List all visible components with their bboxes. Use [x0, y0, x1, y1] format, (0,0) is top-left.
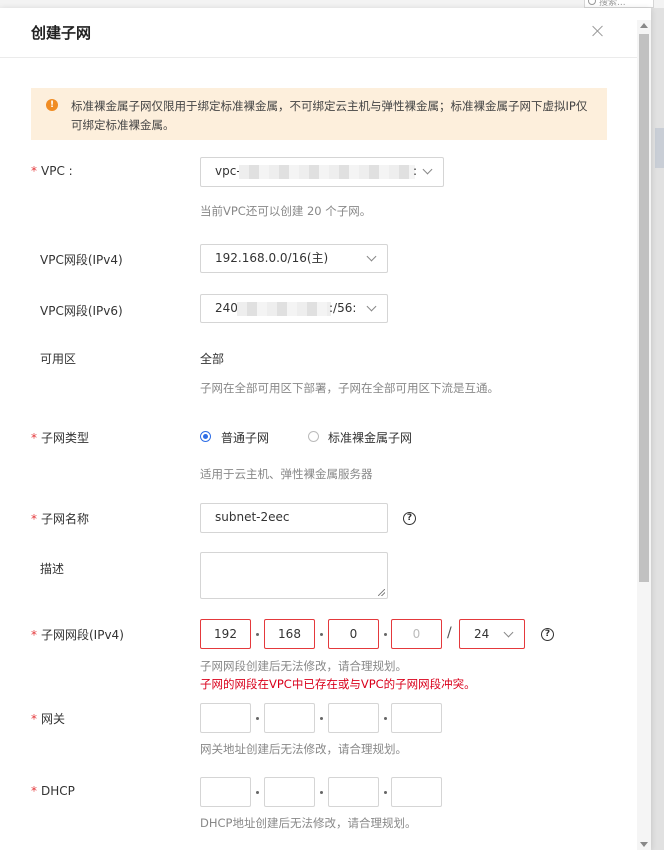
- radio-bare-metal-subnet[interactable]: [308, 431, 319, 442]
- octet-separator: [320, 633, 323, 636]
- warning-icon: !: [46, 99, 58, 111]
- radio-normal-subnet[interactable]: [200, 431, 211, 442]
- subnet-mask-select[interactable]: 24: [459, 619, 525, 649]
- vpc-ipv6-range-label: VPC网段(IPv6): [40, 304, 123, 318]
- subnet-cidr-label: * 子网网段(IPv4): [31, 628, 124, 642]
- subnet-cidr-octet-2[interactable]: 168: [264, 619, 315, 649]
- octet-separator: [320, 717, 323, 720]
- create-subnet-dialog: 创建子网 ! 标准裸金属子网仅限用于绑定标准裸金属，不可绑定云主机与弹性裸金属；…: [0, 8, 651, 850]
- octet-separator: [256, 791, 259, 794]
- redacted-value: [239, 165, 415, 179]
- vpc-hint: 当前VPC还可以创建 20 个子网。: [200, 204, 372, 218]
- octet-separator: [256, 717, 259, 720]
- gateway-octet-4[interactable]: [391, 703, 442, 733]
- octet-separator: [384, 717, 387, 720]
- dhcp-hint: DHCP地址创建后无法修改，请合理规划。: [200, 816, 417, 830]
- subnet-cidr-error: 子网的网段在VPC中已存在或与VPC的子网网段冲突。: [200, 677, 476, 691]
- subnet-cidr-octet-4[interactable]: 0: [391, 619, 442, 649]
- octet-separator: [256, 633, 259, 636]
- subnet-type-label: * 子网类型: [31, 431, 90, 445]
- scroll-up-arrow[interactable]: [640, 23, 648, 28]
- subnet-cidr-octet-1[interactable]: 192: [200, 619, 251, 649]
- gateway-hint: 网关地址创建后无法修改，请合理规划。: [200, 742, 407, 756]
- vpc-ipv4-range-select[interactable]: 192.168.0.0/16(主): [200, 244, 388, 273]
- bare-metal-warning-alert: ! 标准裸金属子网仅限用于绑定标准裸金属，不可绑定云主机与弹性裸金属；标准裸金属…: [31, 88, 607, 140]
- subnet-cidr-octet-3[interactable]: 0: [328, 619, 379, 649]
- vpc-ipv4-range-label: VPC网段(IPv4): [40, 253, 123, 267]
- octet-separator: [320, 791, 323, 794]
- chevron-down-icon: [422, 164, 433, 175]
- gateway-octet-1[interactable]: [200, 703, 251, 733]
- subnet-name-input[interactable]: subnet-2eec: [200, 503, 388, 533]
- availability-zone-hint: 子网在全部可用区下部署，子网在全部可用区下流是互通。: [200, 381, 499, 395]
- search-icon: [588, 0, 596, 5]
- help-icon[interactable]: ?: [403, 512, 416, 525]
- background-sidebar: [651, 8, 664, 850]
- alert-text: 标准裸金属子网仅限用于绑定标准裸金属，不可绑定云主机与弹性裸金属；标准裸金属子网…: [71, 99, 588, 132]
- mask-separator: /: [447, 625, 452, 641]
- background-page: [0, 0, 664, 8]
- redacted-value: [237, 302, 331, 316]
- gateway-octet-3[interactable]: [328, 703, 379, 733]
- availability-zone-value: 全部: [200, 352, 225, 366]
- description-textarea[interactable]: [200, 552, 388, 599]
- radio-bare-metal-subnet-label[interactable]: 标准裸金属子网: [328, 429, 412, 446]
- octet-separator: [384, 633, 387, 636]
- chevron-down-icon: [366, 301, 377, 312]
- radio-normal-subnet-label[interactable]: 普通子网: [221, 429, 269, 446]
- help-icon[interactable]: ?: [541, 628, 554, 641]
- dialog-scrollbar[interactable]: [637, 20, 651, 850]
- dhcp-label: * DHCP: [31, 784, 75, 798]
- subnet-cidr-hint: 子网网段创建后无法修改，请合理规划。: [200, 659, 407, 673]
- availability-zone-label: 可用区: [40, 352, 77, 366]
- gateway-octet-2[interactable]: [264, 703, 315, 733]
- description-label: 描述: [40, 562, 65, 576]
- dhcp-octet-3[interactable]: [328, 777, 379, 807]
- gateway-label: * 网关: [31, 712, 66, 726]
- subnet-name-label: * 子网名称: [31, 512, 90, 526]
- dialog-header: 创建子网: [0, 8, 651, 58]
- resize-handle-icon[interactable]: [378, 589, 385, 596]
- dhcp-octet-4[interactable]: [391, 777, 442, 807]
- scroll-thumb[interactable]: [639, 34, 649, 582]
- chevron-down-icon: [366, 251, 377, 262]
- vpc-label: * VPC :: [31, 164, 73, 178]
- scroll-down-arrow[interactable]: [640, 842, 648, 847]
- dhcp-octet-2[interactable]: [264, 777, 315, 807]
- chevron-down-icon: [503, 627, 514, 638]
- vpc-select[interactable]: vpc- :: [200, 157, 444, 187]
- octet-separator: [384, 791, 387, 794]
- dialog-title: 创建子网: [31, 24, 92, 42]
- background-search-input: 搜索...: [584, 0, 654, 8]
- close-icon[interactable]: [590, 23, 606, 39]
- dhcp-octet-1[interactable]: [200, 777, 251, 807]
- subnet-type-hint: 适用于云主机、弹性裸金属服务器: [200, 467, 373, 481]
- vpc-ipv6-range-select[interactable]: 240 :/56:: [200, 294, 388, 323]
